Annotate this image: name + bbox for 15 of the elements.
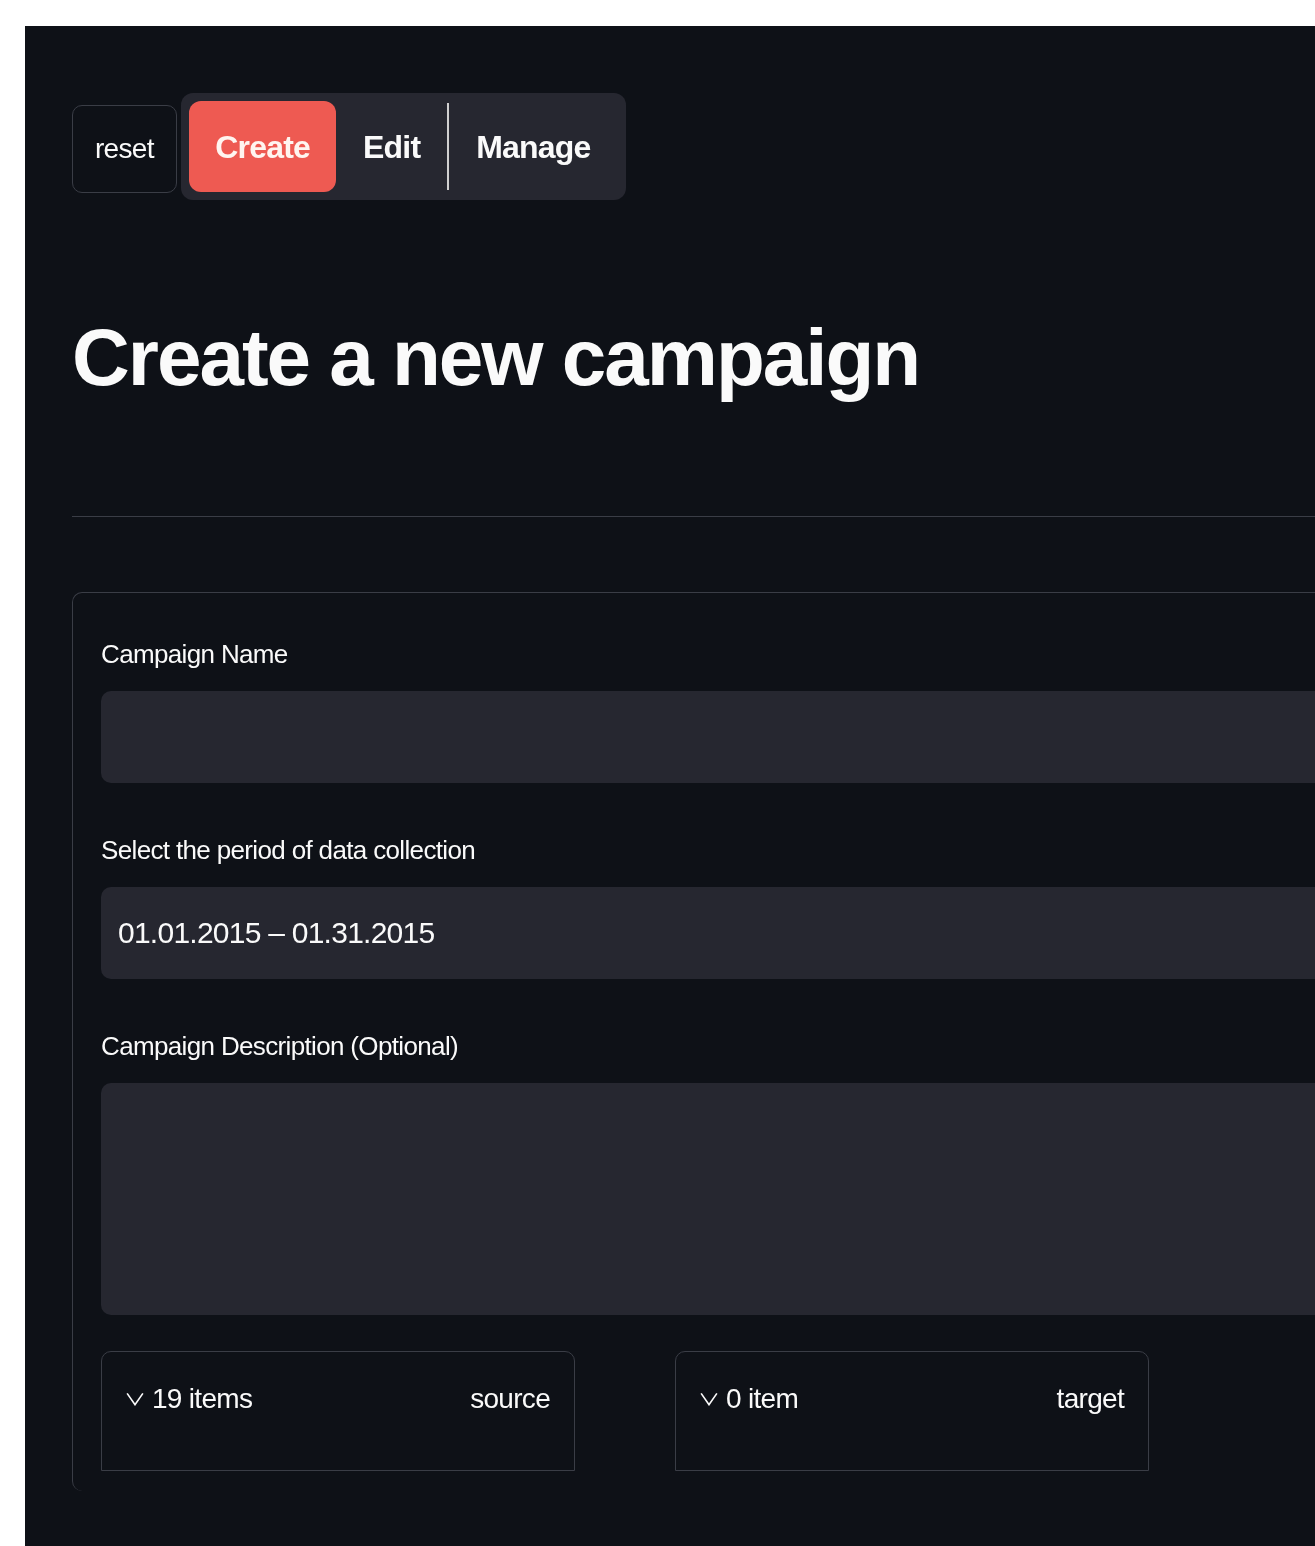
reset-button[interactable]: reset xyxy=(72,104,177,193)
chevron-down-icon[interactable] xyxy=(126,1392,144,1406)
description-field[interactable] xyxy=(101,1083,1315,1315)
field-label: Select the period of data collection xyxy=(101,835,477,865)
chevron-down-icon[interactable] xyxy=(700,1392,718,1406)
tab[interactable]: Manage xyxy=(449,101,618,192)
item-count: 19 items xyxy=(152,1382,253,1416)
tab[interactable]: Edit xyxy=(336,101,448,192)
panel-title: target xyxy=(1056,1382,1124,1416)
field-label: Campaign Name xyxy=(101,639,289,669)
item-count: 0 item xyxy=(726,1382,799,1416)
panel-title: source xyxy=(470,1382,550,1416)
date-range-field[interactable]: 01.01.2015 – 01.31.2015 xyxy=(101,887,1315,979)
field-label: Campaign Description (Optional) xyxy=(101,1031,459,1061)
name-field[interactable] xyxy=(101,691,1315,783)
